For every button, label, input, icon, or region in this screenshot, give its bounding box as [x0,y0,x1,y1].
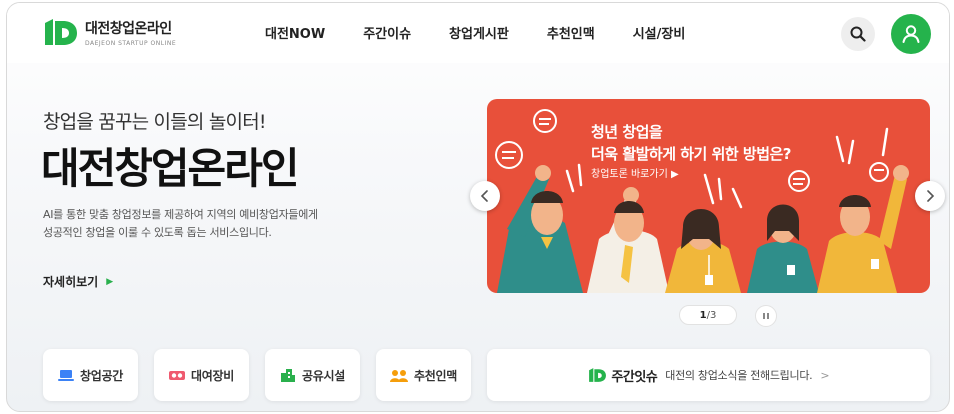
quick-link-label: 대여장비 [191,368,234,383]
quick-link-label: 공유시설 [302,368,345,383]
search-icon [850,26,866,42]
logo-mark-icon [45,19,77,45]
quick-link-shared-facilities[interactable]: 공유시설 [265,349,360,401]
equipment-icon [169,370,186,380]
hero-description: AI를 통한 맞춤 창업정보를 제공하여 지역의 예비창업자들에게 성공적인 창… [43,206,318,242]
building-icon [281,369,296,382]
banner-prev-button[interactable] [470,181,500,211]
play-arrow-icon: ▶ [106,276,114,287]
main-nav: 대전NOW 주간이슈 창업게시판 추천인맥 시설/장비 [265,23,723,42]
people-icon [390,369,409,382]
more-link[interactable]: 자세히보기 ▶ [43,273,113,290]
hero-description-line: 성공적인 창업을 이룰 수 있도록 돕는 서비스입니다. [43,226,272,239]
more-link-label: 자세히보기 [43,275,99,289]
banner-discussion-link[interactable]: 창업토론 바로가기 ▶ [591,165,679,180]
chevron-left-icon [480,190,488,202]
nav-daejeon-now[interactable]: 대전NOW [265,23,325,42]
nav-facilities[interactable]: 시설/장비 [633,23,686,42]
logo-subtitle: DAEJEON STARTUP ONLINE [85,39,177,47]
quick-link-rental-equipment[interactable]: 대여장비 [154,349,249,401]
search-button[interactable] [841,17,875,51]
nav-weekly-issue[interactable]: 주간이슈 [363,23,411,42]
weekly-issue-link[interactable]: 주간잇슈 대전의 창업소식을 전해드립니다. > [487,349,930,401]
quick-link-label: 추천인맥 [414,368,457,383]
logo[interactable]: 대전창업온라인 DAEJEON STARTUP ONLINE [41,15,176,49]
banner-headline: 더욱 활발하게 하기 위한 방법은? [591,145,792,163]
pager-total: /3 [706,309,717,321]
user-button[interactable] [891,14,931,54]
quick-link-startup-space[interactable]: 창업공간 [43,349,138,401]
logo-title: 대전창업온라인 [85,20,172,37]
quick-link-label: 창업공간 [80,368,123,383]
banner-headline: 청년 창업을 [591,123,663,141]
weekly-issue-brand: 주간잇슈 [611,369,658,385]
logo-mark-icon [589,368,607,382]
nav-recommended-network[interactable]: 추천인맥 [547,23,595,42]
chevron-right-icon [927,190,935,202]
pager-current: 1 [699,309,707,321]
hero-tagline: 창업을 꿈꾸는 이들의 놀이터! [43,111,267,133]
header: 대전창업온라인 DAEJEON STARTUP ONLINE 대전NOW 주간이… [7,3,949,63]
banner-next-button[interactable] [915,181,945,211]
laptop-icon [58,369,75,381]
hero-title: 대전창업온라인 [41,144,299,193]
quick-link-recommended-network[interactable]: 추천인맥 [376,349,471,401]
user-icon [902,25,920,43]
nav-startup-board[interactable]: 창업게시판 [449,23,509,42]
banner-pause-button[interactable] [755,305,777,327]
banner-illustration [495,109,909,293]
weekly-issue-text: 대전의 창업소식을 전해드립니다. [665,369,813,382]
banner-pager: 1/3 [679,305,737,325]
pause-icon [763,313,769,319]
hero-banner[interactable]: 청년 창업을 더욱 활발하게 하기 위한 방법은? 창업토론 바로가기 ▶ [487,99,930,293]
page-frame: 대전창업온라인 DAEJEON STARTUP ONLINE 대전NOW 주간이… [6,2,950,412]
chevron-right-icon: > [820,368,830,382]
hero-description-line: AI를 통한 맞춤 창업정보를 제공하여 지역의 예비창업자들에게 [43,208,318,221]
